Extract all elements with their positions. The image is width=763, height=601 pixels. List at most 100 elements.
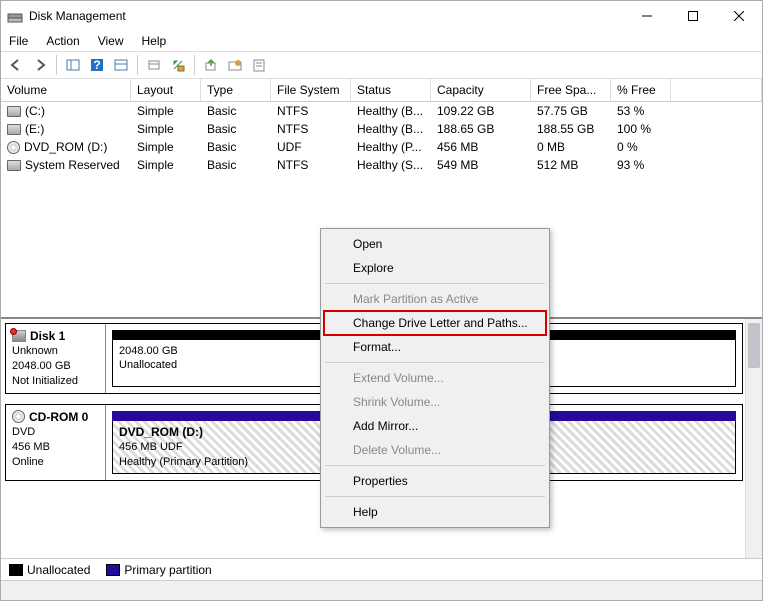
menu-action[interactable]: Action bbox=[46, 34, 79, 48]
volume-capacity: 188.65 GB bbox=[431, 121, 531, 137]
context-menu-item[interactable]: Format... bbox=[323, 335, 547, 359]
volume-fs: NTFS bbox=[271, 157, 351, 173]
volume-status: Healthy (B... bbox=[351, 121, 431, 137]
disk-icon bbox=[12, 330, 26, 342]
context-menu-item[interactable]: Add Mirror... bbox=[323, 414, 547, 438]
rescan-button[interactable] bbox=[167, 54, 189, 76]
volume-pctfree: 53 % bbox=[611, 103, 671, 119]
volume-capacity: 109.22 GB bbox=[431, 103, 531, 119]
volume-free: 188.55 GB bbox=[531, 121, 611, 137]
legend-unallocated: Unallocated bbox=[9, 563, 90, 577]
volume-name: (C:) bbox=[25, 104, 45, 118]
refresh-button[interactable] bbox=[143, 54, 165, 76]
window-title: Disk Management bbox=[29, 9, 624, 23]
action-button-1[interactable] bbox=[200, 54, 222, 76]
volume-pctfree: 100 % bbox=[611, 121, 671, 137]
volume-row[interactable]: DVD_ROM (D:)SimpleBasicUDFHealthy (P...4… bbox=[1, 138, 762, 156]
volume-pctfree: 93 % bbox=[611, 157, 671, 173]
menu-file[interactable]: File bbox=[9, 34, 28, 48]
col-type[interactable]: Type bbox=[201, 79, 271, 101]
volume-list-header: Volume Layout Type File System Status Ca… bbox=[1, 79, 762, 102]
drive-icon bbox=[7, 160, 21, 171]
titlebar: Disk Management bbox=[1, 1, 762, 31]
back-button[interactable] bbox=[5, 54, 27, 76]
minimize-button[interactable] bbox=[624, 1, 670, 31]
volume-fs: NTFS bbox=[271, 121, 351, 137]
col-pctfree[interactable]: % Free bbox=[611, 79, 671, 101]
volume-pctfree: 0 % bbox=[611, 139, 671, 155]
volume-row[interactable]: System Reserved SimpleBasicNTFSHealthy (S… bbox=[1, 156, 762, 174]
col-volume[interactable]: Volume bbox=[1, 79, 131, 101]
drive-icon bbox=[7, 106, 21, 117]
context-menu-separator bbox=[325, 465, 545, 466]
volume-status: Healthy (B... bbox=[351, 103, 431, 119]
col-free[interactable]: Free Spa... bbox=[531, 79, 611, 101]
svg-text:?: ? bbox=[93, 58, 100, 72]
disc-icon bbox=[7, 141, 20, 154]
volume-name: System Reserved bbox=[25, 158, 120, 172]
volume-layout: Simple bbox=[131, 103, 201, 119]
maximize-button[interactable] bbox=[670, 1, 716, 31]
disk-info-line: 2048.00 GB bbox=[12, 359, 99, 374]
volume-capacity: 456 MB bbox=[431, 139, 531, 155]
properties-button[interactable] bbox=[248, 54, 270, 76]
context-menu-item[interactable]: Change Drive Letter and Paths... bbox=[323, 310, 547, 336]
help-button[interactable]: ? bbox=[86, 54, 108, 76]
legend: Unallocated Primary partition bbox=[1, 558, 762, 580]
volume-free: 0 MB bbox=[531, 139, 611, 155]
volume-layout: Simple bbox=[131, 157, 201, 173]
disk-label: Disk 1 bbox=[30, 328, 65, 344]
toolbar: ? bbox=[1, 51, 762, 79]
volume-layout: Simple bbox=[131, 121, 201, 137]
volume-layout: Simple bbox=[131, 139, 201, 155]
disk-info[interactable]: Disk 1Unknown2048.00 GBNot Initialized bbox=[6, 324, 106, 393]
volume-capacity: 549 MB bbox=[431, 157, 531, 173]
show-hide-tree-button[interactable] bbox=[62, 54, 84, 76]
volume-row[interactable]: (C:) SimpleBasicNTFSHealthy (B...109.22 G… bbox=[1, 102, 762, 120]
volume-status: Healthy (P... bbox=[351, 139, 431, 155]
context-menu-separator bbox=[325, 362, 545, 363]
volume-type: Basic bbox=[201, 139, 271, 155]
context-menu: OpenExploreMark Partition as ActiveChang… bbox=[320, 228, 550, 528]
col-layout[interactable]: Layout bbox=[131, 79, 201, 101]
disk-info-line: 456 MB bbox=[12, 440, 99, 455]
volume-row[interactable]: (E:)SimpleBasicNTFSHealthy (B...188.65 G… bbox=[1, 120, 762, 138]
legend-primary: Primary partition bbox=[106, 563, 211, 577]
settings-button[interactable] bbox=[110, 54, 132, 76]
action-button-2[interactable] bbox=[224, 54, 246, 76]
volume-type: Basic bbox=[201, 103, 271, 119]
col-status[interactable]: Status bbox=[351, 79, 431, 101]
disk-label: CD-ROM 0 bbox=[29, 409, 88, 425]
context-menu-item[interactable]: Explore bbox=[323, 256, 547, 280]
statusbar bbox=[1, 580, 762, 600]
legend-swatch-primary bbox=[106, 564, 120, 576]
context-menu-separator bbox=[325, 283, 545, 284]
scrollbar-thumb[interactable] bbox=[748, 323, 760, 368]
legend-swatch-unallocated bbox=[9, 564, 23, 576]
volume-free: 57.75 GB bbox=[531, 103, 611, 119]
volume-status: Healthy (S... bbox=[351, 157, 431, 173]
scrollbar[interactable] bbox=[745, 319, 762, 558]
close-button[interactable] bbox=[716, 1, 762, 31]
legend-label-unallocated: Unallocated bbox=[27, 563, 90, 577]
volume-fs: NTFS bbox=[271, 103, 351, 119]
menu-view[interactable]: View bbox=[98, 34, 124, 48]
context-menu-separator bbox=[325, 496, 545, 497]
disk-info[interactable]: CD-ROM 0DVD456 MBOnline bbox=[6, 405, 106, 480]
volume-fs: UDF bbox=[271, 139, 351, 155]
col-fs[interactable]: File System bbox=[271, 79, 351, 101]
col-end bbox=[671, 79, 762, 101]
context-menu-item[interactable]: Help bbox=[323, 500, 547, 524]
volume-rows: (C:)SimpleBasicNTFSHealthy (B...109.22 G… bbox=[1, 102, 762, 174]
forward-button[interactable] bbox=[29, 54, 51, 76]
drive-icon bbox=[7, 124, 21, 135]
col-capacity[interactable]: Capacity bbox=[431, 79, 531, 101]
volume-type: Basic bbox=[201, 157, 271, 173]
disk-info-line: Not Initialized bbox=[12, 374, 99, 389]
context-menu-item[interactable]: Open bbox=[323, 232, 547, 256]
context-menu-item[interactable]: Properties bbox=[323, 469, 547, 493]
menu-help[interactable]: Help bbox=[142, 34, 167, 48]
context-menu-item: Shrink Volume... bbox=[323, 390, 547, 414]
legend-label-primary: Primary partition bbox=[124, 563, 211, 577]
disc-icon bbox=[12, 410, 25, 423]
